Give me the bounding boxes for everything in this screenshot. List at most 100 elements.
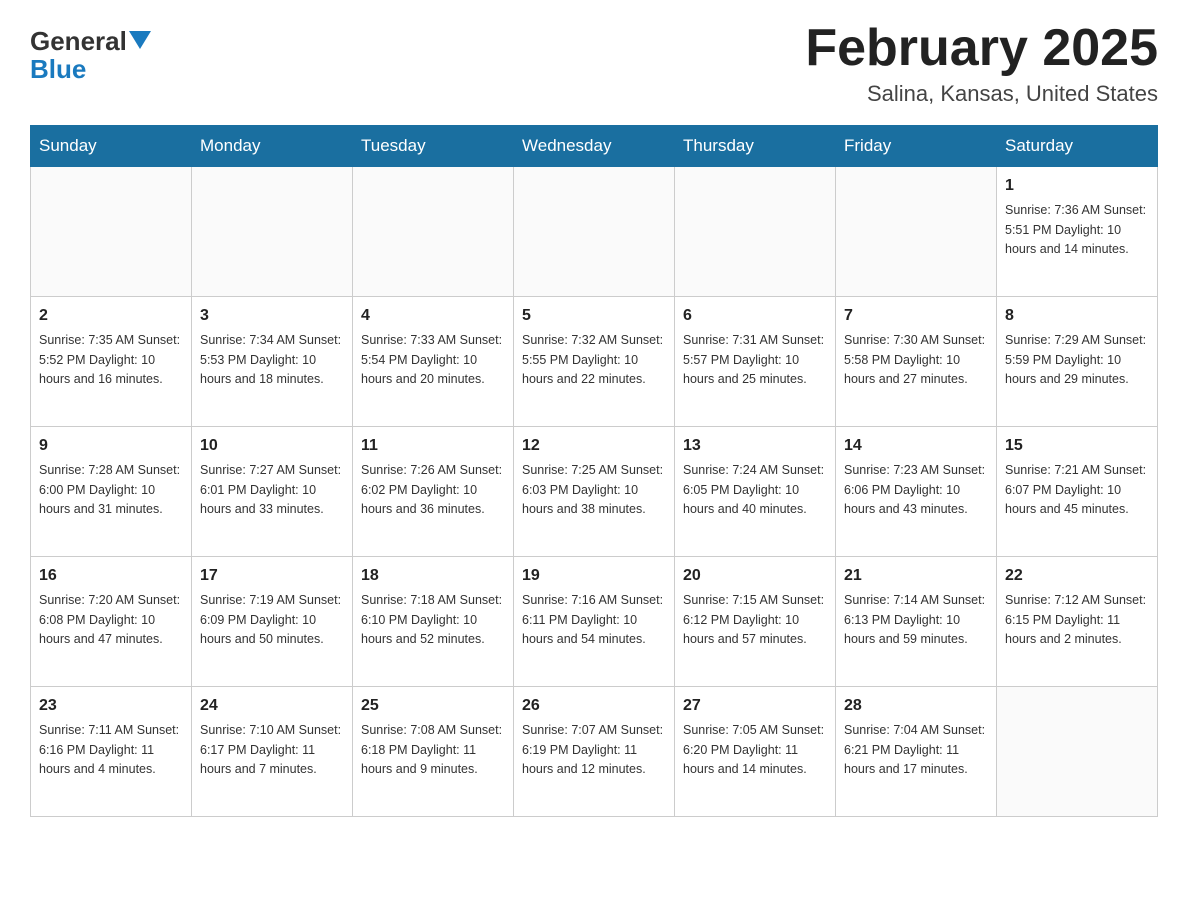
weekday-header-thursday: Thursday	[675, 126, 836, 167]
day-sun-info: Sunrise: 7:15 AM Sunset: 6:12 PM Dayligh…	[683, 591, 827, 649]
calendar-cell: 7 Sunrise: 7:30 AM Sunset: 5:58 PM Daylig…	[836, 297, 997, 427]
weekday-header-saturday: Saturday	[997, 126, 1158, 167]
day-number: 1	[1005, 174, 1149, 198]
day-number: 2	[39, 304, 183, 328]
day-number: 7	[844, 304, 988, 328]
title-block: February 2025 Salina, Kansas, United Sta…	[805, 20, 1158, 107]
calendar-cell: 11 Sunrise: 7:26 AM Sunset: 6:02 PM Dayli…	[353, 427, 514, 557]
calendar-cell: 28 Sunrise: 7:04 AM Sunset: 6:21 PM Dayli…	[836, 687, 997, 817]
day-sun-info: Sunrise: 7:12 AM Sunset: 6:15 PM Dayligh…	[1005, 591, 1149, 649]
calendar-cell: 9 Sunrise: 7:28 AM Sunset: 6:00 PM Daylig…	[31, 427, 192, 557]
day-number: 19	[522, 564, 666, 588]
calendar-cell: 21 Sunrise: 7:14 AM Sunset: 6:13 PM Dayli…	[836, 557, 997, 687]
calendar-cell: 24Sunrise: 7:10 AM Sunset: 6:17 PM Dayli…	[192, 687, 353, 817]
day-sun-info: Sunrise: 7:23 AM Sunset: 6:06 PM Dayligh…	[844, 461, 988, 519]
calendar-cell: 4 Sunrise: 7:33 AM Sunset: 5:54 PM Daylig…	[353, 297, 514, 427]
day-number: 4	[361, 304, 505, 328]
calendar-week-5: 23 Sunrise: 7:11 AM Sunset: 6:16 PM Dayli…	[31, 687, 1158, 817]
day-sun-info: Sunrise: 7:16 AM Sunset: 6:11 PM Dayligh…	[522, 591, 666, 649]
calendar-cell: 10 Sunrise: 7:27 AM Sunset: 6:01 PM Dayli…	[192, 427, 353, 557]
weekday-header-friday: Friday	[836, 126, 997, 167]
calendar-week-4: 16 Sunrise: 7:20 AM Sunset: 6:08 PM Dayli…	[31, 557, 1158, 687]
day-number: 6	[683, 304, 827, 328]
weekday-header-monday: Monday	[192, 126, 353, 167]
calendar-cell	[675, 167, 836, 297]
day-number: 5	[522, 304, 666, 328]
calendar-cell: 27 Sunrise: 7:05 AM Sunset: 6:20 PM Dayli…	[675, 687, 836, 817]
calendar-cell	[192, 167, 353, 297]
page-subtitle: Salina, Kansas, United States	[805, 81, 1158, 107]
day-number: 9	[39, 434, 183, 458]
day-number: 23	[39, 694, 183, 718]
logo-arrow-icon	[129, 31, 151, 51]
day-sun-info: Sunrise: 7:32 AM Sunset: 5:55 PM Dayligh…	[522, 331, 666, 389]
calendar-cell: 2 Sunrise: 7:35 AM Sunset: 5:52 PM Daylig…	[31, 297, 192, 427]
day-sun-info: Sunrise: 7:07 AM Sunset: 6:19 PM Dayligh…	[522, 721, 666, 779]
calendar-cell: 6 Sunrise: 7:31 AM Sunset: 5:57 PM Daylig…	[675, 297, 836, 427]
day-number: 24	[200, 694, 344, 718]
day-number: 25	[361, 694, 505, 718]
day-number: 13	[683, 434, 827, 458]
logo: General Blue	[30, 25, 151, 83]
day-sun-info: Sunrise: 7:05 AM Sunset: 6:20 PM Dayligh…	[683, 721, 827, 779]
day-number: 14	[844, 434, 988, 458]
weekday-header-sunday: Sunday	[31, 126, 192, 167]
day-sun-info: Sunrise: 7:04 AM Sunset: 6:21 PM Dayligh…	[844, 721, 988, 779]
calendar-header-row: SundayMondayTuesdayWednesdayThursdayFrid…	[31, 126, 1158, 167]
day-sun-info: Sunrise: 7:08 AM Sunset: 6:18 PM Dayligh…	[361, 721, 505, 779]
day-sun-info: Sunrise: 7:26 AM Sunset: 6:02 PM Dayligh…	[361, 461, 505, 519]
calendar-cell: 5 Sunrise: 7:32 AM Sunset: 5:55 PM Daylig…	[514, 297, 675, 427]
calendar-cell: 26Sunrise: 7:07 AM Sunset: 6:19 PM Dayli…	[514, 687, 675, 817]
day-number: 10	[200, 434, 344, 458]
page-header: General Blue February 2025 Salina, Kansa…	[30, 20, 1158, 107]
calendar-cell	[997, 687, 1158, 817]
day-number: 12	[522, 434, 666, 458]
day-number: 16	[39, 564, 183, 588]
day-sun-info: Sunrise: 7:19 AM Sunset: 6:09 PM Dayligh…	[200, 591, 344, 649]
day-number: 11	[361, 434, 505, 458]
calendar-cell	[514, 167, 675, 297]
calendar-cell	[836, 167, 997, 297]
calendar-cell: 14 Sunrise: 7:23 AM Sunset: 6:06 PM Dayli…	[836, 427, 997, 557]
calendar-cell	[353, 167, 514, 297]
day-sun-info: Sunrise: 7:33 AM Sunset: 5:54 PM Dayligh…	[361, 331, 505, 389]
day-sun-info: Sunrise: 7:18 AM Sunset: 6:10 PM Dayligh…	[361, 591, 505, 649]
day-sun-info: Sunrise: 7:14 AM Sunset: 6:13 PM Dayligh…	[844, 591, 988, 649]
page-title: February 2025	[805, 20, 1158, 77]
day-sun-info: Sunrise: 7:29 AM Sunset: 5:59 PM Dayligh…	[1005, 331, 1149, 389]
calendar-cell: 13 Sunrise: 7:24 AM Sunset: 6:05 PM Dayli…	[675, 427, 836, 557]
calendar-cell: 16 Sunrise: 7:20 AM Sunset: 6:08 PM Dayli…	[31, 557, 192, 687]
day-sun-info: Sunrise: 7:31 AM Sunset: 5:57 PM Dayligh…	[683, 331, 827, 389]
calendar-week-1: 1Sunrise: 7:36 AM Sunset: 5:51 PM Daylig…	[31, 167, 1158, 297]
day-sun-info: Sunrise: 7:27 AM Sunset: 6:01 PM Dayligh…	[200, 461, 344, 519]
day-number: 20	[683, 564, 827, 588]
calendar-cell: 22Sunrise: 7:12 AM Sunset: 6:15 PM Dayli…	[997, 557, 1158, 687]
calendar-cell: 23 Sunrise: 7:11 AM Sunset: 6:16 PM Dayli…	[31, 687, 192, 817]
day-sun-info: Sunrise: 7:24 AM Sunset: 6:05 PM Dayligh…	[683, 461, 827, 519]
day-number: 8	[1005, 304, 1149, 328]
day-number: 15	[1005, 434, 1149, 458]
calendar-cell: 25 Sunrise: 7:08 AM Sunset: 6:18 PM Dayli…	[353, 687, 514, 817]
calendar-cell: 20 Sunrise: 7:15 AM Sunset: 6:12 PM Dayli…	[675, 557, 836, 687]
weekday-header-tuesday: Tuesday	[353, 126, 514, 167]
calendar-cell: 19 Sunrise: 7:16 AM Sunset: 6:11 PM Dayli…	[514, 557, 675, 687]
calendar-cell: 3Sunrise: 7:34 AM Sunset: 5:53 PM Daylig…	[192, 297, 353, 427]
day-number: 28	[844, 694, 988, 718]
calendar-cell: 1Sunrise: 7:36 AM Sunset: 5:51 PM Daylig…	[997, 167, 1158, 297]
day-sun-info: Sunrise: 7:34 AM Sunset: 5:53 PM Dayligh…	[200, 331, 344, 389]
calendar-cell: 18 Sunrise: 7:18 AM Sunset: 6:10 PM Dayli…	[353, 557, 514, 687]
logo-general-text: General	[30, 28, 127, 54]
day-sun-info: Sunrise: 7:28 AM Sunset: 6:00 PM Dayligh…	[39, 461, 183, 519]
calendar-week-3: 9 Sunrise: 7:28 AM Sunset: 6:00 PM Daylig…	[31, 427, 1158, 557]
day-sun-info: Sunrise: 7:20 AM Sunset: 6:08 PM Dayligh…	[39, 591, 183, 649]
calendar-cell	[31, 167, 192, 297]
day-number: 21	[844, 564, 988, 588]
day-sun-info: Sunrise: 7:11 AM Sunset: 6:16 PM Dayligh…	[39, 721, 183, 779]
calendar-cell: 15Sunrise: 7:21 AM Sunset: 6:07 PM Dayli…	[997, 427, 1158, 557]
day-number: 27	[683, 694, 827, 718]
day-number: 17	[200, 564, 344, 588]
day-sun-info: Sunrise: 7:35 AM Sunset: 5:52 PM Dayligh…	[39, 331, 183, 389]
day-sun-info: Sunrise: 7:30 AM Sunset: 5:58 PM Dayligh…	[844, 331, 988, 389]
day-number: 18	[361, 564, 505, 588]
calendar-week-2: 2 Sunrise: 7:35 AM Sunset: 5:52 PM Daylig…	[31, 297, 1158, 427]
